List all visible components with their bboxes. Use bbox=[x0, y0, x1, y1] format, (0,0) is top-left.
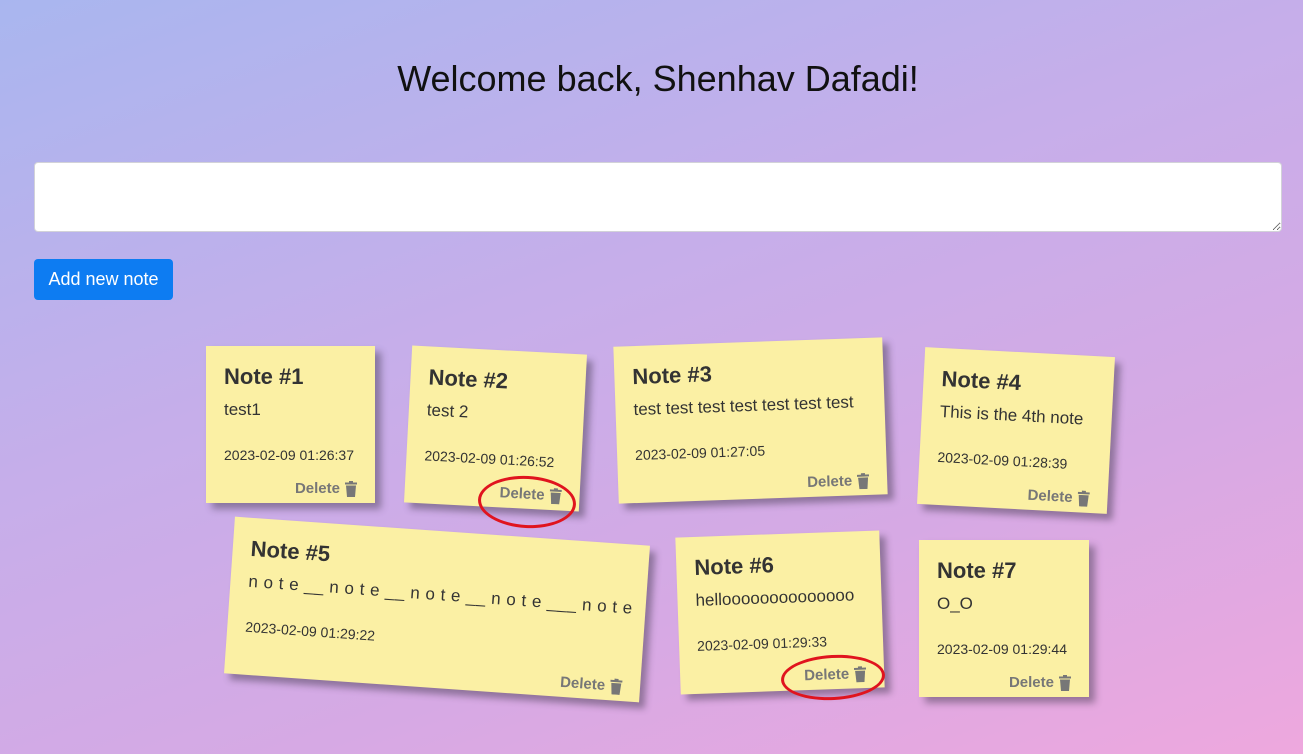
delete-button[interactable]: Delete bbox=[807, 472, 870, 491]
note-date: 2023-02-09 01:26:52 bbox=[424, 447, 555, 471]
delete-button[interactable]: Delete bbox=[1009, 674, 1071, 691]
note-text: test test test test test test test bbox=[633, 392, 854, 420]
note-title: Note #1 bbox=[224, 364, 304, 389]
note-input[interactable] bbox=[34, 162, 1282, 232]
delete-button[interactable]: Delete bbox=[560, 674, 623, 695]
delete-button[interactable]: Delete bbox=[499, 484, 562, 504]
note-card: Note #1 test1 2023-02-09 01:26:37 Delete bbox=[206, 346, 375, 503]
note-text: This is the 4th note bbox=[939, 402, 1084, 429]
trash-icon bbox=[549, 487, 562, 504]
delete-button[interactable]: Delete bbox=[1027, 487, 1090, 507]
note-text: n o t e __ n o t e __ n o t e __ n o t e… bbox=[247, 571, 634, 618]
note-date: 2023-02-09 01:29:44 bbox=[937, 641, 1067, 657]
delete-label: Delete bbox=[806, 472, 853, 492]
note-card: Note #5 n o t e __ n o t e __ n o t e __… bbox=[224, 516, 650, 703]
note-text: O_O bbox=[937, 594, 973, 613]
note-title: Note #4 bbox=[940, 366, 1022, 396]
delete-label: Delete bbox=[294, 480, 340, 497]
note-text: helloooooooooooooo bbox=[695, 585, 855, 610]
note-title: Note #5 bbox=[249, 535, 331, 567]
note-date: 2023-02-09 01:28:39 bbox=[937, 448, 1068, 472]
note-card: Note #6 helloooooooooooooo 2023-02-09 01… bbox=[675, 530, 885, 695]
note-title: Note #6 bbox=[693, 552, 775, 580]
note-card: Note #4 This is the 4th note 2023-02-09 … bbox=[917, 347, 1115, 514]
note-text: test1 bbox=[224, 400, 261, 419]
delete-label: Delete bbox=[1027, 486, 1074, 507]
note-card: Note #3 test test test test test test te… bbox=[613, 337, 888, 504]
trash-icon bbox=[610, 678, 623, 695]
note-text: test 2 bbox=[426, 400, 469, 422]
note-title: Note #2 bbox=[427, 364, 509, 394]
delete-button[interactable]: Delete bbox=[295, 480, 357, 497]
note-date: 2023-02-09 01:29:22 bbox=[244, 618, 376, 644]
trash-icon bbox=[853, 665, 867, 682]
note-date: 2023-02-09 01:27:05 bbox=[634, 442, 766, 464]
delete-label: Delete bbox=[1008, 674, 1054, 691]
note-title: Note #3 bbox=[631, 361, 713, 390]
delete-button[interactable]: Delete bbox=[804, 665, 867, 684]
trash-icon bbox=[1077, 490, 1090, 507]
delete-label: Delete bbox=[499, 484, 546, 504]
note-card: Note #2 test 2 2023-02-09 01:26:52 Delet… bbox=[404, 345, 587, 512]
note-card: Note #7 O_O 2023-02-09 01:29:44 Delete bbox=[919, 540, 1089, 697]
add-note-button[interactable]: Add new note bbox=[34, 259, 173, 300]
trash-icon bbox=[856, 472, 870, 489]
page-title: Welcome back, Shenhav Dafadi! bbox=[397, 58, 919, 99]
trash-icon bbox=[345, 480, 357, 497]
note-date: 2023-02-09 01:29:33 bbox=[696, 633, 828, 654]
note-date: 2023-02-09 01:26:37 bbox=[224, 447, 354, 463]
trash-icon bbox=[1059, 674, 1071, 691]
note-title: Note #7 bbox=[937, 558, 1017, 583]
delete-label: Delete bbox=[559, 673, 606, 694]
delete-label: Delete bbox=[803, 665, 850, 685]
